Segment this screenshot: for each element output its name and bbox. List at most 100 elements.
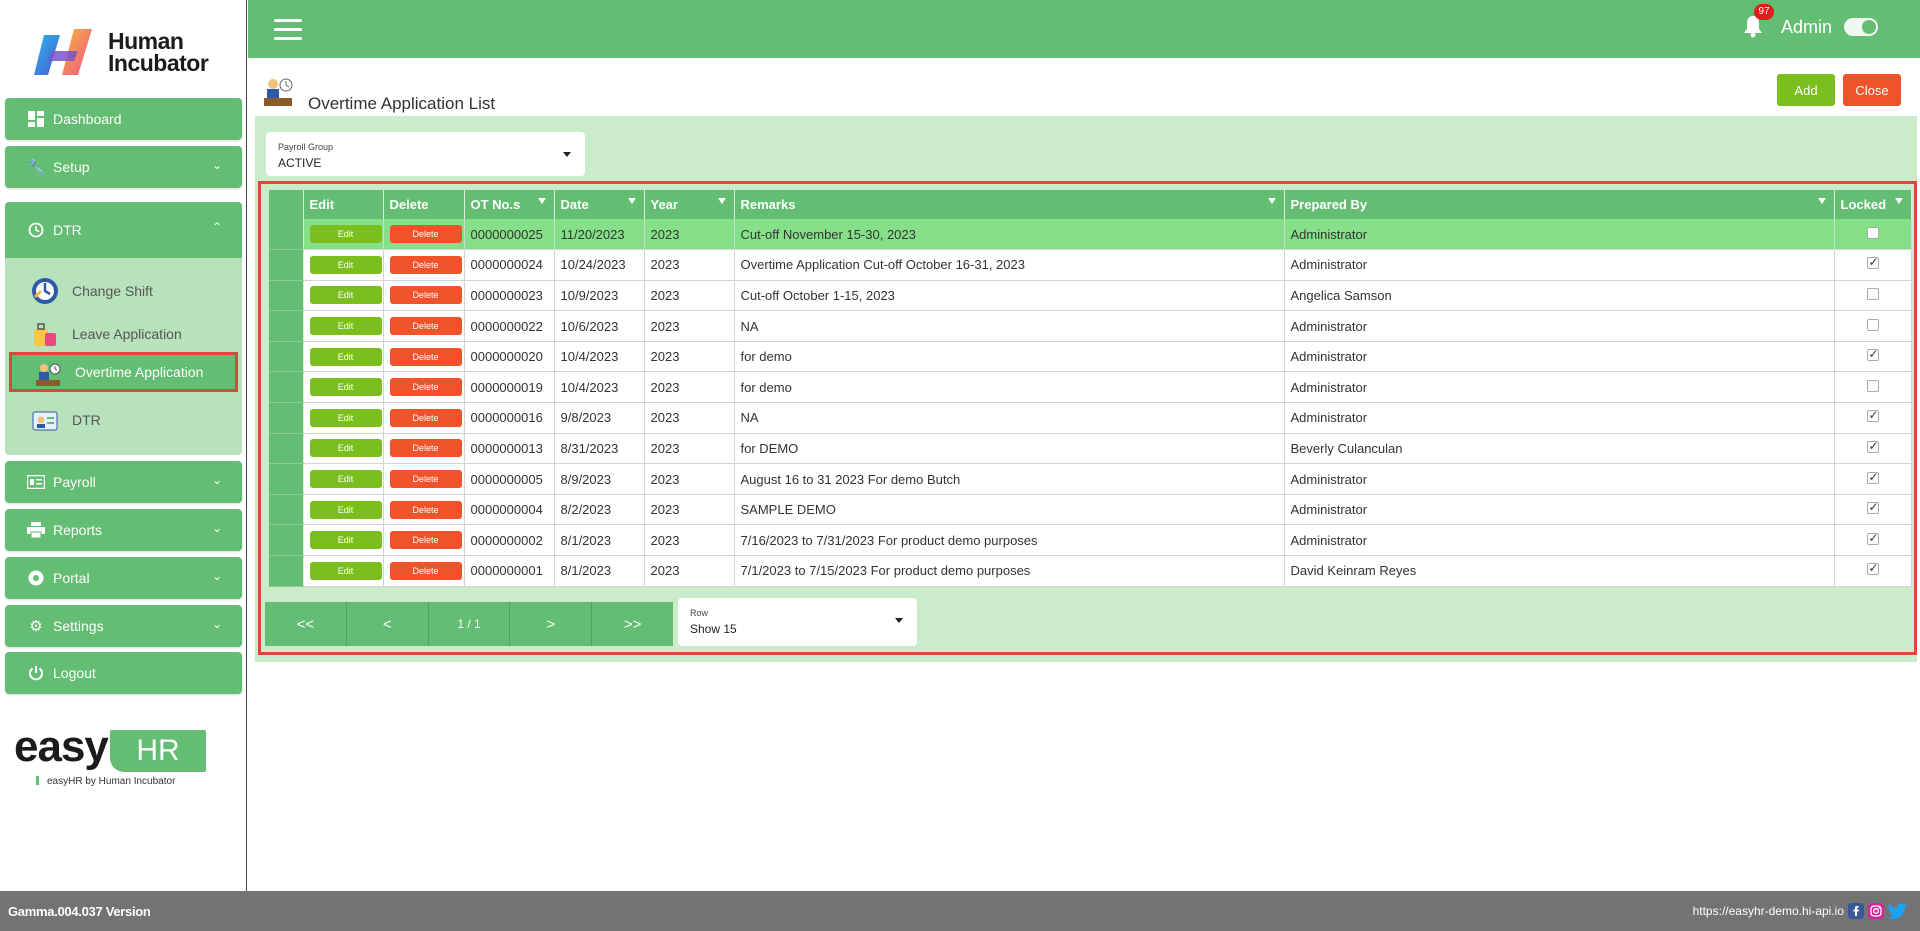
table-row[interactable]: Edit Delete 0000000004 8/2/2023 2023 SAMPLE D… bbox=[269, 494, 1912, 526]
table-row[interactable]: Edit Delete 0000000005 8/9/2023 2023 August 1… bbox=[269, 463, 1912, 495]
delete-button[interactable]: Delete bbox=[389, 255, 462, 274]
edit-button[interactable]: Edit bbox=[309, 439, 382, 458]
filter-icon[interactable] bbox=[1894, 198, 1903, 204]
locked-checkbox[interactable] bbox=[1866, 318, 1879, 331]
filter-icon[interactable] bbox=[717, 198, 726, 204]
delete-button[interactable]: Delete bbox=[389, 500, 462, 519]
row-selector[interactable] bbox=[269, 249, 304, 281]
table-row[interactable]: Edit Delete 0000000002 8/1/2023 2023 7/16/202… bbox=[269, 524, 1912, 557]
sidebar-item-reports[interactable]: Reports ⌄ bbox=[5, 509, 242, 551]
column-header-locked[interactable]: Locked bbox=[1834, 190, 1912, 219]
locked-checkbox[interactable] bbox=[1866, 500, 1879, 515]
locked-checkbox[interactable] bbox=[1866, 470, 1879, 484]
edit-button[interactable]: Edit bbox=[309, 470, 382, 489]
locked-checkbox[interactable] bbox=[1866, 226, 1879, 239]
twitter-icon[interactable] bbox=[1888, 903, 1908, 919]
row-selector[interactable] bbox=[269, 433, 304, 465]
sidebar-item-dtr[interactable]: DTR ⌃ bbox=[5, 202, 242, 258]
locked-checkbox[interactable] bbox=[1866, 561, 1879, 576]
filter-icon[interactable] bbox=[1267, 198, 1276, 204]
edit-button[interactable]: Edit bbox=[309, 347, 382, 366]
locked-checkbox[interactable] bbox=[1866, 255, 1879, 270]
delete-button[interactable]: Delete bbox=[389, 378, 462, 397]
first-page-button[interactable]: << bbox=[265, 602, 347, 646]
locked-checkbox[interactable] bbox=[1866, 531, 1879, 545]
delete-button[interactable]: Delete bbox=[389, 439, 462, 458]
last-page-button[interactable]: >> bbox=[592, 602, 673, 646]
column-header-date[interactable]: Date bbox=[554, 190, 645, 219]
locked-checkbox[interactable] bbox=[1866, 379, 1879, 392]
edit-button[interactable]: Edit bbox=[309, 317, 382, 336]
filter-icon[interactable] bbox=[627, 198, 636, 204]
row-selector[interactable] bbox=[269, 402, 304, 434]
delete-button[interactable]: Delete bbox=[389, 561, 462, 580]
row-selector[interactable] bbox=[269, 555, 304, 587]
hamburger-menu-button[interactable] bbox=[274, 19, 302, 41]
row-selector[interactable] bbox=[269, 524, 304, 557]
sidebar-item-portal[interactable]: Portal ⌄ bbox=[5, 557, 242, 599]
locked-checkbox[interactable] bbox=[1866, 439, 1879, 453]
sidebar-subitem-dtr[interactable]: DTR bbox=[9, 400, 238, 440]
row-selector[interactable] bbox=[269, 280, 304, 312]
filter-icon[interactable] bbox=[537, 198, 546, 204]
next-page-button[interactable]: > bbox=[510, 602, 593, 646]
sidebar-item-settings[interactable]: ⚙ Settings ⌄ bbox=[5, 605, 242, 647]
column-header-remarks[interactable]: Remarks bbox=[734, 190, 1285, 219]
row-selector[interactable] bbox=[269, 494, 304, 526]
delete-button[interactable]: Delete bbox=[389, 470, 462, 489]
row-selector[interactable] bbox=[269, 371, 304, 404]
sidebar-subitem-leave-application[interactable]: Leave Application bbox=[9, 314, 238, 354]
payroll-group-select[interactable]: Payroll Group ACTIVE bbox=[266, 132, 585, 176]
row-selector[interactable] bbox=[269, 463, 304, 495]
delete-button[interactable]: Delete bbox=[389, 531, 462, 550]
sidebar-subitem-change-shift[interactable]: Change Shift bbox=[9, 271, 238, 311]
human-incubator-logo[interactable]: Human Incubator bbox=[34, 25, 224, 80]
table-row[interactable]: Edit Delete 0000000020 10/4/2023 2023 for dem… bbox=[269, 341, 1912, 373]
facebook-icon[interactable] bbox=[1848, 903, 1864, 919]
column-header-ot-no[interactable]: OT No.s bbox=[464, 190, 555, 219]
edit-button[interactable]: Edit bbox=[309, 408, 382, 427]
delete-button[interactable]: Delete bbox=[389, 317, 462, 336]
edit-button[interactable]: Edit bbox=[309, 531, 382, 550]
edit-button[interactable]: Edit bbox=[309, 255, 382, 274]
filter-icon[interactable] bbox=[1817, 198, 1826, 204]
sidebar-item-logout[interactable]: Logout bbox=[5, 652, 242, 694]
edit-button[interactable]: Edit bbox=[309, 500, 382, 519]
close-button[interactable]: Close bbox=[1843, 74, 1901, 106]
theme-toggle[interactable] bbox=[1844, 18, 1878, 36]
column-header-year[interactable]: Year bbox=[644, 190, 735, 219]
locked-checkbox[interactable] bbox=[1866, 408, 1879, 423]
add-button[interactable]: Add bbox=[1777, 74, 1835, 106]
sidebar-item-dashboard[interactable]: Dashboard bbox=[5, 98, 242, 140]
delete-button[interactable]: Delete bbox=[389, 347, 462, 366]
table-row[interactable]: Edit Delete 0000000022 10/6/2023 2023 NA Admin… bbox=[269, 310, 1912, 342]
row-selector[interactable] bbox=[269, 341, 304, 373]
table-row[interactable]: Edit Delete 0000000024 10/24/2023 2023 Overti… bbox=[269, 249, 1912, 281]
edit-button[interactable]: Edit bbox=[309, 225, 382, 244]
table-row[interactable]: Edit Delete 0000000023 10/9/2023 2023 Cut-off… bbox=[269, 280, 1912, 312]
column-header-prepared-by[interactable]: Prepared By bbox=[1284, 190, 1835, 219]
table-row[interactable]: Edit Delete 0000000016 9/8/2023 2023 NA Admini… bbox=[269, 402, 1912, 434]
table-row[interactable]: Edit Delete 0000000001 8/1/2023 2023 7/1/2023… bbox=[269, 555, 1912, 587]
instagram-icon[interactable] bbox=[1868, 903, 1884, 919]
sidebar-item-payroll[interactable]: Payroll ⌄ bbox=[5, 461, 242, 503]
prev-page-button[interactable]: < bbox=[347, 602, 429, 646]
delete-button[interactable]: Delete bbox=[389, 408, 462, 427]
table-row[interactable]: Edit Delete 0000000013 8/31/2023 2023 for DEM… bbox=[269, 433, 1912, 465]
delete-button[interactable]: Delete bbox=[389, 225, 462, 244]
edit-button[interactable]: Edit bbox=[309, 378, 382, 397]
locked-checkbox[interactable] bbox=[1866, 287, 1879, 300]
user-name[interactable]: Admin bbox=[1781, 17, 1832, 38]
row-selector[interactable] bbox=[269, 219, 304, 251]
edit-button[interactable]: Edit bbox=[309, 286, 382, 305]
delete-button[interactable]: Delete bbox=[389, 286, 462, 305]
sidebar-item-setup[interactable]: 🔧 Setup ⌄ bbox=[5, 146, 242, 188]
row-selector[interactable] bbox=[269, 310, 304, 342]
locked-checkbox[interactable] bbox=[1866, 347, 1879, 362]
footer-url[interactable]: https://easyhr-demo.hi-api.io bbox=[1693, 904, 1844, 918]
table-row[interactable]: Edit Delete 0000000019 10/4/2023 2023 for dem… bbox=[269, 371, 1912, 404]
edit-button[interactable]: Edit bbox=[309, 561, 382, 580]
sidebar-subitem-overtime-application[interactable]: Overtime Application bbox=[9, 352, 238, 392]
rows-per-page-select[interactable]: Row Show 15 bbox=[678, 598, 917, 646]
table-row[interactable]: Edit Delete 0000000025 11/20/2023 2023 Cut-of… bbox=[269, 219, 1912, 251]
